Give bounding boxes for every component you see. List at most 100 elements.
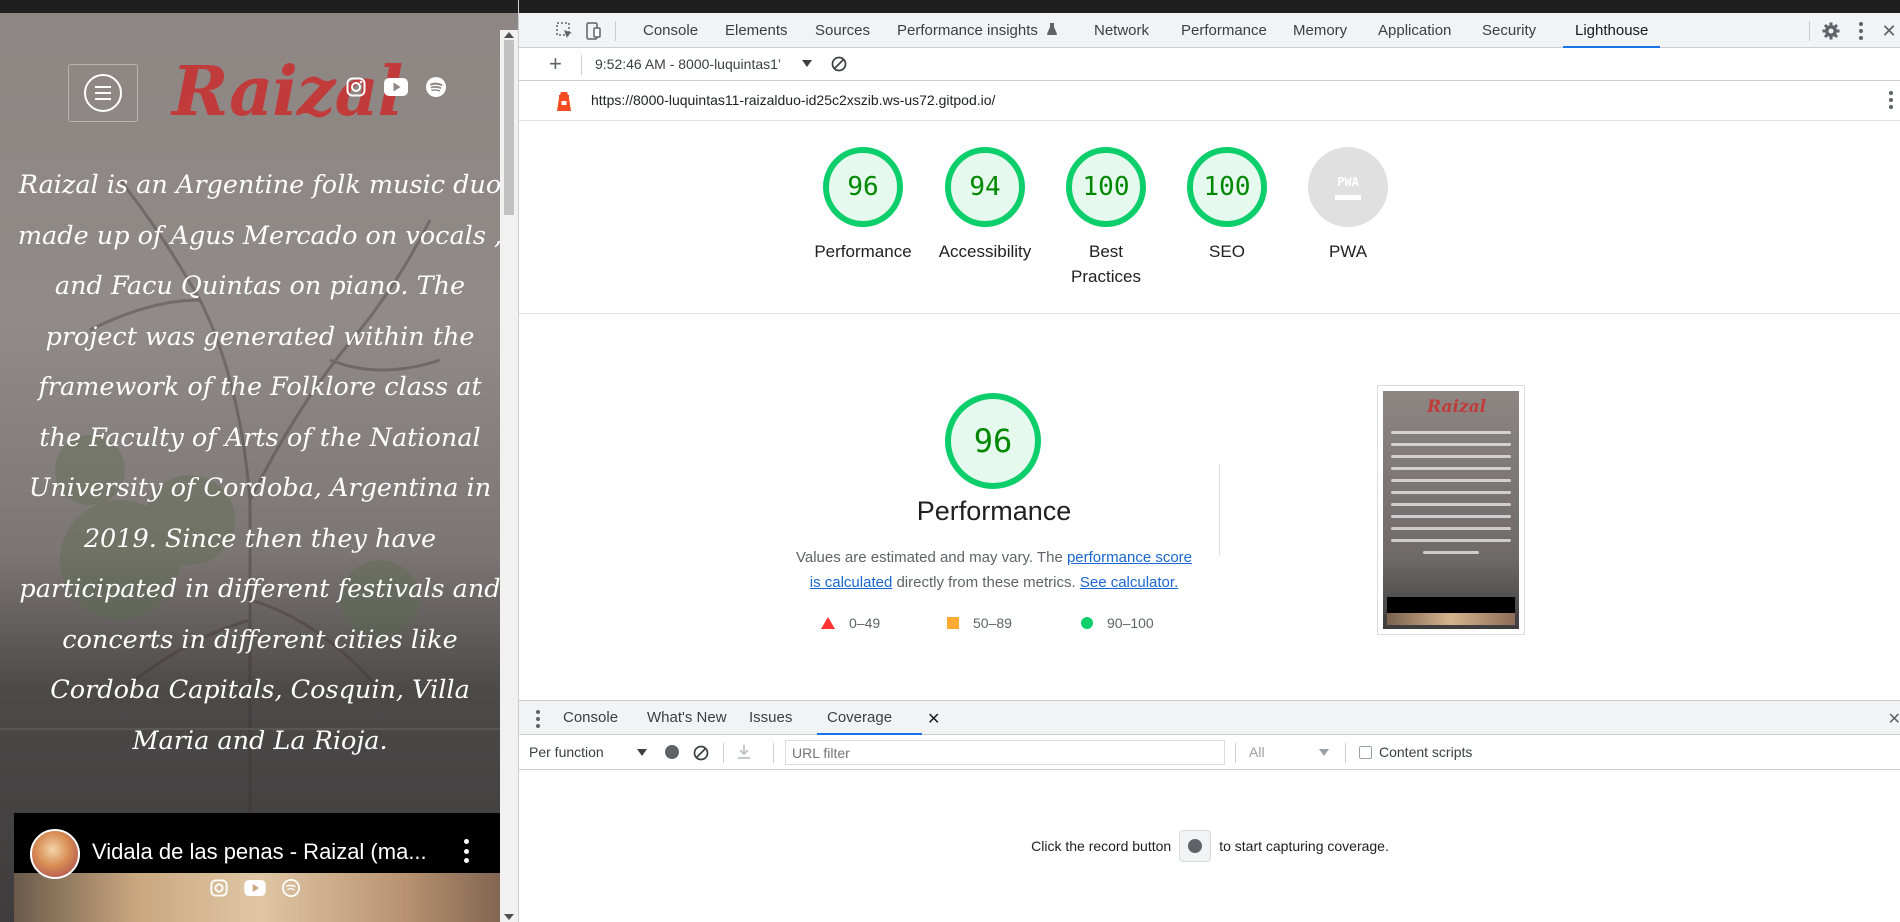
experiment-flask-icon xyxy=(1047,23,1058,35)
legend-label: 90–100 xyxy=(1107,615,1154,631)
youtube-icon[interactable] xyxy=(384,78,408,96)
score-value: 100 xyxy=(1066,147,1146,227)
coverage-mode-select[interactable]: Per function xyxy=(529,744,604,760)
report-divider xyxy=(519,313,1900,314)
tab-memory[interactable]: Memory xyxy=(1291,13,1349,48)
score-value: 96 xyxy=(823,147,903,227)
score-value: 100 xyxy=(1187,147,1267,227)
tab-performance[interactable]: Performance xyxy=(1179,13,1269,48)
settings-gear-icon[interactable] xyxy=(1819,19,1843,43)
empty-text-prefix: Click the record button xyxy=(1031,838,1172,854)
tab-performance-insights[interactable]: Performance insights xyxy=(895,13,1060,48)
social-links xyxy=(346,77,446,97)
score-gauge-best-practices[interactable]: 100 Best Practices xyxy=(1051,147,1161,289)
channel-avatar[interactable] xyxy=(30,829,80,879)
content-scripts-label[interactable]: Content scripts xyxy=(1379,744,1472,760)
youtube-embed[interactable]: Vidala de las penas - Raizal (ma... xyxy=(14,813,503,922)
drawer-tab-coverage[interactable]: Coverage xyxy=(816,701,923,736)
tab-elements[interactable]: Elements xyxy=(723,13,790,48)
audited-url[interactable]: https://8000-luquintas11-raizalduo-id25c… xyxy=(591,92,995,108)
final-screenshot[interactable]: Raizal xyxy=(1377,385,1525,635)
type-filter-select[interactable]: All xyxy=(1249,744,1265,760)
scroll-down-icon[interactable] xyxy=(504,914,514,920)
instagram-icon[interactable] xyxy=(210,879,228,897)
empty-text-suffix: to start capturing coverage. xyxy=(1219,838,1389,854)
drawer-tabbar: Console What's New Issues Coverage ✕ ✕ xyxy=(519,700,1900,736)
spotify-icon[interactable] xyxy=(426,77,446,97)
pwa-badge-icon: PWA xyxy=(1308,147,1388,227)
score-gauge-accessibility[interactable]: 94 Accessibility xyxy=(930,147,1040,264)
export-download-icon[interactable] xyxy=(737,744,751,760)
website-preview: Raizal Raizal is an Argentine folk music… xyxy=(0,0,518,922)
screenshot-video xyxy=(1387,597,1515,625)
legend-average: 50–89 xyxy=(947,615,1012,631)
report-url-bar: https://8000-luquintas11-raizalduo-id25c… xyxy=(519,81,1900,121)
tab-label: Performance insights xyxy=(897,22,1038,39)
scroll-up-icon[interactable] xyxy=(504,32,514,38)
instagram-icon[interactable] xyxy=(346,77,366,97)
report-dropdown-icon[interactable] xyxy=(802,60,812,67)
tab-network[interactable]: Network xyxy=(1092,13,1151,48)
tab-security[interactable]: Security xyxy=(1480,13,1538,48)
section-divider xyxy=(0,728,518,730)
drawer-menu-icon[interactable] xyxy=(536,710,540,728)
lighthouse-report: 96 Performance 94 Accessibility 100 Best… xyxy=(519,121,1900,700)
drawer-tab-issues[interactable]: Issues xyxy=(749,701,792,735)
new-report-plus-icon[interactable]: + xyxy=(549,51,562,77)
tab-console[interactable]: Console xyxy=(641,13,700,48)
device-toolbar-icon[interactable] xyxy=(581,19,605,43)
reload-record-icon[interactable] xyxy=(693,745,709,761)
content-scripts-checkbox[interactable] xyxy=(1359,746,1372,759)
devtools-panel: Console Elements Sources Performance ins… xyxy=(518,0,1900,922)
record-icon xyxy=(1188,839,1203,853)
performance-title: Performance xyxy=(916,496,1072,526)
start-record-button[interactable] xyxy=(1179,830,1212,862)
video-more-icon[interactable] xyxy=(460,839,472,863)
score-gauge-performance[interactable]: 96 Performance xyxy=(808,147,918,264)
tab-lighthouse[interactable]: Lighthouse xyxy=(1562,13,1661,49)
note-text: directly from these metrics. xyxy=(892,574,1080,591)
toolbar-separator xyxy=(723,743,724,763)
pass-circle-icon xyxy=(1081,617,1093,629)
report-menu-icon[interactable] xyxy=(1889,91,1893,109)
tab-application[interactable]: Application xyxy=(1376,13,1453,48)
browser-top-strip xyxy=(519,0,1900,13)
drawer-tab-whats-new[interactable]: What's New xyxy=(647,701,727,735)
social-links-footer xyxy=(210,879,300,897)
menu-icon xyxy=(84,74,122,112)
customize-menu-icon[interactable] xyxy=(1849,19,1873,43)
average-square-icon xyxy=(947,617,959,629)
score-label: Performance xyxy=(814,242,912,261)
coverage-toolbar: Per function All Content scripts xyxy=(519,735,1900,770)
tabbar-separator xyxy=(1809,21,1810,41)
tab-sources[interactable]: Sources xyxy=(813,13,872,48)
url-filter-input[interactable] xyxy=(785,740,1225,765)
mode-dropdown-icon[interactable] xyxy=(637,749,647,756)
clear-reports-icon[interactable] xyxy=(831,56,847,72)
score-gauge-pwa[interactable]: PWA PWA xyxy=(1293,147,1403,264)
youtube-icon[interactable] xyxy=(244,880,266,896)
video-title[interactable]: Vidala de las penas - Raizal (ma... xyxy=(92,839,427,865)
spotify-icon[interactable] xyxy=(282,879,300,897)
type-dropdown-icon[interactable] xyxy=(1319,749,1329,756)
close-tab-icon[interactable]: ✕ xyxy=(927,709,940,729)
note-text: Values are estimated and may vary. The xyxy=(795,549,1067,566)
page-scrollbar[interactable] xyxy=(500,30,518,922)
scrollbar-thumb[interactable] xyxy=(504,40,514,215)
close-devtools-icon[interactable]: ✕ xyxy=(1877,19,1900,43)
see-calculator-link[interactable]: See calculator. xyxy=(1080,574,1178,591)
tabbar-separator xyxy=(615,21,616,41)
report-selector[interactable]: 9:52:46 AM - 8000-luquintas1’ xyxy=(595,56,781,72)
drawer-tab-console[interactable]: Console xyxy=(563,701,618,735)
inspect-element-icon[interactable] xyxy=(553,19,577,43)
score-gauge-seo[interactable]: 100 SEO xyxy=(1172,147,1282,264)
record-icon[interactable] xyxy=(665,745,679,759)
performance-note: Values are estimated and may vary. The p… xyxy=(789,545,1199,595)
close-drawer-icon[interactable]: ✕ xyxy=(1888,709,1900,729)
hamburger-menu-button[interactable] xyxy=(68,64,138,122)
performance-big-gauge: 96 xyxy=(945,393,1041,489)
toolbar-separator xyxy=(1345,743,1346,763)
score-label: PWA xyxy=(1328,242,1368,261)
score-label: SEO xyxy=(1209,242,1245,261)
screenshot-logo: Raizal xyxy=(1427,397,1487,417)
